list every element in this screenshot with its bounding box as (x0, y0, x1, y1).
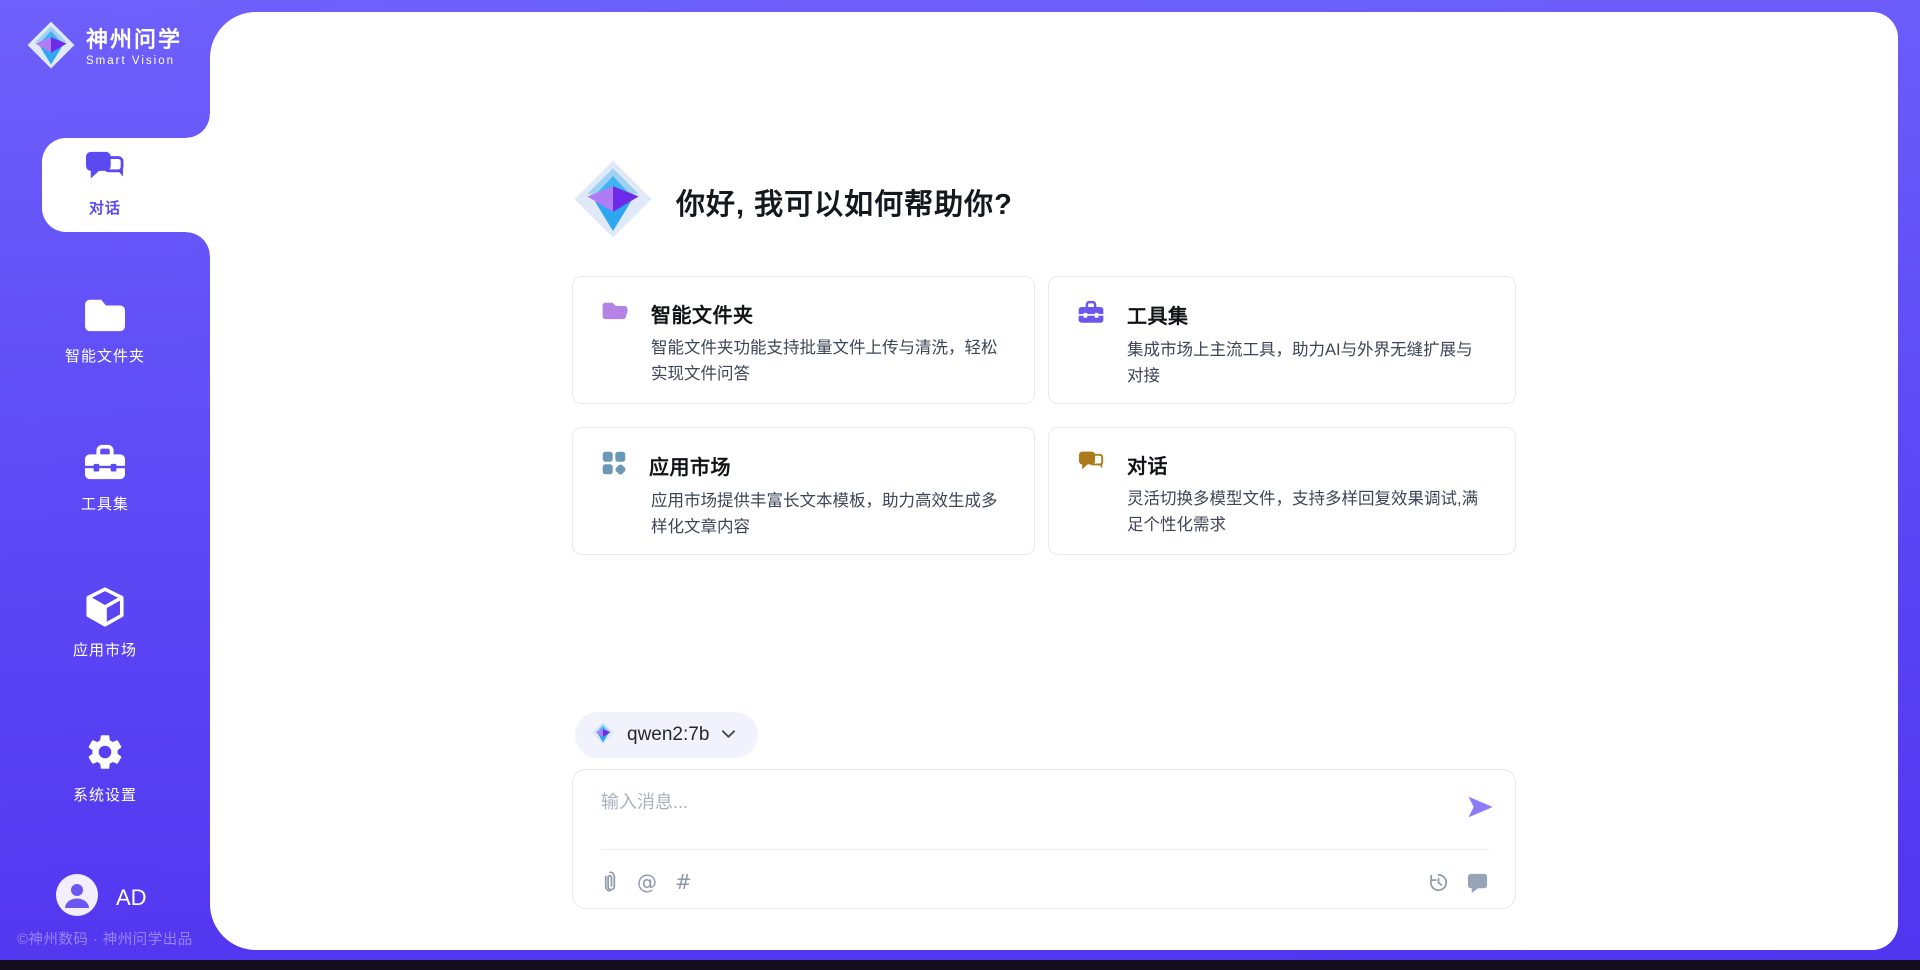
model-gem-icon (591, 721, 615, 750)
sidebar-item-label: 系统设置 (0, 784, 210, 805)
cube-icon (83, 615, 127, 632)
sidebar-item-label: 对话 (0, 197, 210, 218)
sidebar-item-settings[interactable]: 系统设置 (0, 731, 210, 805)
sidebar-item-app-market[interactable]: 应用市场 (0, 586, 210, 660)
grid-icon (601, 450, 627, 481)
toolbox-icon (82, 469, 128, 486)
card-smart-folder[interactable]: 智能文件夹 智能文件夹功能支持批量文件上传与清洗，轻松实现文件问答 (572, 276, 1035, 404)
composer-divider (601, 849, 1489, 850)
history-icon[interactable] (1427, 871, 1450, 894)
sidebar-item-chat[interactable]: 对话 (0, 150, 210, 218)
chevron-down-icon (721, 726, 736, 744)
card-title: 工具集 (1127, 300, 1189, 329)
copyright-footer: ©神州数码 · 神州问学出品 (0, 928, 210, 949)
card-title: 智能文件夹 (651, 299, 754, 328)
brand-text: 神州问学 Smart Vision (86, 28, 182, 67)
main-panel: 你好, 我可以如何帮助你? 智能文件夹 智能文件夹功能支持批量文件上传与清洗，轻… (210, 12, 1898, 950)
greeting-title: 你好, 我可以如何帮助你? (676, 181, 1013, 223)
chat-icon (84, 173, 126, 190)
model-name: qwen2:7b (627, 724, 709, 746)
brand-name: 神州问学 (86, 27, 182, 52)
attachment-icon[interactable] (601, 870, 619, 894)
card-title: 应用市场 (649, 451, 731, 480)
model-selector[interactable]: qwen2:7b (575, 712, 758, 758)
avatar (56, 874, 98, 921)
folder-icon (82, 321, 128, 338)
bottom-edge-bar (0, 960, 1920, 970)
mention-icon[interactable]: @ (637, 872, 657, 892)
card-description: 集成市场上主流工具，助力AI与外界无缝扩展与对接 (1127, 338, 1487, 389)
card-title: 对话 (1127, 450, 1168, 479)
assistant-gem-icon (572, 158, 654, 245)
brand-gem-icon (26, 20, 76, 75)
hashtag-icon[interactable]: # (675, 872, 692, 892)
card-description: 灵活切换多模型文件，支持多样回复效果调试,满足个性化需求 (1127, 487, 1487, 538)
chat-bubble-icon[interactable] (1466, 872, 1489, 894)
chat-icon (1077, 450, 1105, 479)
app-screen: 神州问学 Smart Vision 对话 (0, 0, 1920, 970)
gear-icon (84, 760, 126, 777)
sidebar-item-label: 智能文件夹 (0, 345, 210, 366)
user-account[interactable]: AD (56, 874, 147, 921)
folder-open-icon (601, 299, 629, 328)
card-app-market[interactable]: 应用市场 应用市场提供丰富长文本模板，助力高效生成多样化文章内容 (572, 427, 1035, 555)
card-toolbox[interactable]: 工具集 集成市场上主流工具，助力AI与外界无缝扩展与对接 (1048, 276, 1516, 404)
tab-corner-bottom (186, 232, 210, 256)
toolbox-icon (1077, 299, 1105, 330)
feature-cards: 智能文件夹 智能文件夹功能支持批量文件上传与清洗，轻松实现文件问答 (572, 276, 1518, 555)
sidebar-item-label: 应用市场 (0, 639, 210, 660)
message-composer: @ # (572, 769, 1516, 909)
sidebar-item-label: 工具集 (0, 493, 210, 514)
send-icon[interactable] (1465, 792, 1495, 822)
user-name: AD (116, 885, 147, 911)
message-input[interactable] (601, 788, 1441, 840)
sidebar: 神州问学 Smart Vision 对话 (0, 0, 210, 970)
composer-actions (1427, 871, 1489, 894)
sidebar-item-smart-folder[interactable]: 智能文件夹 (0, 296, 210, 366)
sidebar-item-toolbox[interactable]: 工具集 (0, 442, 210, 514)
composer-tools: @ # (601, 870, 692, 894)
brand-logo: 神州问学 Smart Vision (26, 20, 182, 75)
card-description: 智能文件夹功能支持批量文件上传与清洗，轻松实现文件问答 (651, 336, 1006, 387)
tab-corner-top (186, 114, 210, 138)
card-description: 应用市场提供丰富长文本模板，助力高效生成多样化文章内容 (651, 489, 1006, 540)
greeting-block: 你好, 我可以如何帮助你? (572, 158, 1013, 245)
brand-subtitle: Smart Vision (86, 55, 182, 67)
card-chat[interactable]: 对话 灵活切换多模型文件，支持多样回复效果调试,满足个性化需求 (1048, 427, 1516, 555)
